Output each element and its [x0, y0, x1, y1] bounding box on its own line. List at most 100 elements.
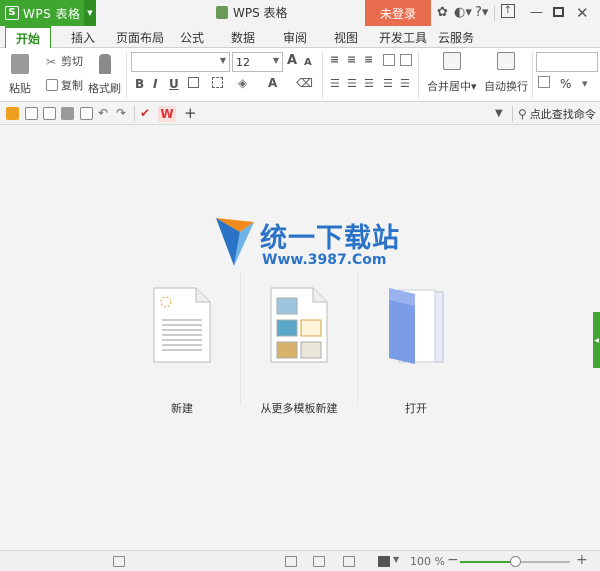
wrap-text-icon [497, 52, 515, 70]
status-bar: ▼ 100 % − + [0, 550, 600, 571]
close-icon[interactable]: ✕ [576, 5, 589, 21]
font-name-select[interactable]: ▼ [131, 52, 230, 72]
page-layout-view-icon[interactable] [313, 556, 325, 567]
new-from-template-action[interactable]: 从更多模板新建 [249, 286, 349, 415]
undo-icon[interactable]: ↶ [98, 107, 111, 120]
help-icon[interactable]: ?▾ [475, 5, 488, 21]
spell-check-icon[interactable]: ✔ [140, 107, 153, 120]
indent-icon[interactable] [400, 54, 412, 66]
maximize-icon[interactable] [553, 7, 564, 17]
open-folder-icon[interactable] [6, 107, 19, 120]
zoom-slider-fill [460, 561, 515, 563]
wrap-text-button[interactable]: 自动换行 [484, 52, 528, 94]
wps-doc-icon[interactable]: W [158, 106, 176, 122]
title-bar: S WPS 表格 ▼ WPS 表格 未登录 ✿ ◐▾ ?▾ ↑ — ✕ [0, 0, 600, 26]
zoom-out-button[interactable]: − [447, 552, 459, 568]
tab-cloud[interactable]: 云服务 [438, 29, 474, 46]
zoom-level[interactable]: 100 % [410, 555, 445, 568]
percent-button[interactable]: % [560, 77, 571, 91]
app-menu-button[interactable]: S WPS 表格 ▼ [0, 0, 96, 26]
zoom-slider-thumb[interactable] [510, 556, 521, 567]
command-search[interactable]: ⚲ 点此查找命令 [518, 106, 596, 122]
align-bottom-icon[interactable]: ≡ [364, 53, 373, 67]
border-icon[interactable] [188, 77, 199, 88]
minimize-icon[interactable]: — [530, 5, 543, 21]
align-right-icon[interactable]: ☰ [364, 77, 374, 91]
chevron-down-icon: ▼ [219, 56, 226, 65]
redo-icon[interactable]: ↷ [116, 107, 129, 120]
wrap-text-label: 自动换行 [484, 80, 528, 93]
ribbon-divider [532, 52, 533, 98]
clear-format-icon[interactable]: ⌫ [296, 76, 313, 90]
app-menu-dropdown-icon[interactable]: ▼ [84, 0, 96, 26]
zoom-slider[interactable] [460, 556, 570, 567]
app-name: WPS 表格 [23, 6, 81, 21]
skin-icon[interactable]: ✿ [437, 5, 448, 21]
underline-button[interactable]: U [169, 77, 179, 91]
reading-mode-icon[interactable] [378, 556, 390, 567]
open-file-action[interactable]: 打开 [366, 286, 466, 415]
distribute-icon[interactable]: ☰ [400, 77, 410, 91]
open-folder-icon [389, 288, 444, 364]
bold-button[interactable]: B [135, 77, 144, 91]
page-setup-icon[interactable] [113, 556, 125, 567]
login-button[interactable]: 未登录 [365, 0, 431, 26]
shrink-font-button[interactable]: A [304, 56, 312, 70]
tab-developer[interactable]: 开发工具 [379, 29, 427, 46]
orientation-icon[interactable] [383, 54, 395, 66]
cut-button[interactable]: ✂ 剪切 [46, 53, 83, 69]
tab-insert[interactable]: 插入 [71, 29, 95, 46]
font-size-value: 12 [236, 55, 250, 69]
document-title: WPS 表格 [216, 4, 288, 21]
new-document-action[interactable]: 新建 [132, 286, 232, 415]
side-panel-toggle[interactable]: ◀ [593, 312, 600, 368]
save-as-icon[interactable] [43, 107, 56, 120]
reading-mode-dropdown-icon[interactable]: ▼ [393, 555, 399, 564]
page-break-view-icon[interactable] [343, 556, 355, 567]
brand-title: 统一下载站 [260, 223, 400, 254]
align-middle-icon[interactable]: ≡ [347, 53, 356, 67]
font-color-button[interactable]: A [268, 76, 277, 90]
align-top-icon[interactable]: ≡ [330, 53, 339, 67]
brand-url: Www.3987.Com [262, 252, 387, 268]
format-painter-button[interactable]: 格式刷 [88, 54, 121, 96]
tab-page-layout[interactable]: 页面布局 [116, 29, 164, 46]
zoom-in-button[interactable]: + [576, 552, 588, 568]
thousands-separator-icon[interactable]: ▾ [582, 77, 588, 91]
font-size-select[interactable]: 12 ▼ [232, 52, 283, 72]
ribbon-tabs: 开始 插入 页面布局 公式 数据 审阅 视图 开发工具 云服务 [0, 26, 600, 48]
add-quick-access-button[interactable]: + [184, 104, 197, 122]
customize-icon[interactable]: ▼ [495, 107, 508, 120]
align-left-icon[interactable]: ☰ [330, 77, 340, 91]
tab-view[interactable]: 视图 [334, 29, 358, 46]
action-divider [240, 272, 241, 404]
tab-start[interactable]: 开始 [5, 26, 52, 48]
print-preview-icon[interactable] [80, 107, 93, 120]
chevron-down-icon: ▼ [272, 56, 279, 65]
justify-icon[interactable]: ☰ [383, 77, 393, 91]
tab-data[interactable]: 数据 [231, 29, 255, 46]
print-icon[interactable] [61, 107, 74, 120]
currency-icon[interactable] [538, 76, 550, 88]
tab-formula[interactable]: 公式 [180, 29, 204, 46]
merge-center-button[interactable]: 合并居中▾ [427, 52, 477, 94]
paste-button[interactable]: 粘贴 [9, 54, 31, 96]
italic-button[interactable]: I [153, 77, 157, 91]
brand-logo-icon [216, 218, 254, 266]
brush-icon [98, 54, 111, 74]
ribbon-divider [418, 52, 419, 98]
normal-view-icon[interactable] [285, 556, 297, 567]
grow-font-button[interactable]: A [287, 54, 297, 68]
save-icon[interactable] [25, 107, 38, 120]
fill-color-icon[interactable]: ◈ [238, 76, 247, 90]
titlebar-divider [494, 5, 495, 21]
theme-icon[interactable]: ◐▾ [454, 5, 472, 21]
align-center-icon[interactable]: ☰ [347, 77, 357, 91]
tab-review[interactable]: 审阅 [283, 29, 307, 46]
quick-access-toolbar: ↶ ↷ ✔ W + ▼ ⚲ 点此查找命令 [0, 103, 600, 125]
copy-button[interactable]: 复制 [46, 77, 83, 93]
upload-icon[interactable]: ↑ [501, 4, 515, 18]
number-format-select[interactable] [536, 52, 598, 72]
template-icon [270, 287, 328, 363]
fill-border-icon[interactable] [212, 77, 223, 88]
